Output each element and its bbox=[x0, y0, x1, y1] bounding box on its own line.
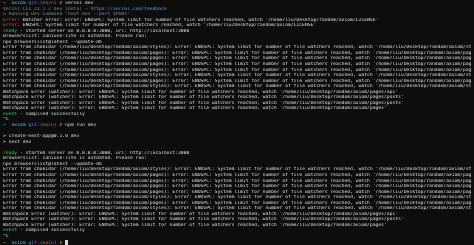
terminal-text-segment: - started server on 0.0.0.0:3000, url: h… bbox=[19, 150, 190, 156]
terminal-line: → axiom git:(main) ✗ bbox=[3, 239, 471, 245]
terminal-text-segment: Browserslist: caniuse-lite is outdated. … bbox=[3, 156, 147, 162]
terminal-text-segment: Error from chokidar (/home/liu/Desktop/r… bbox=[3, 206, 471, 212]
terminal-text-segment: axiom bbox=[11, 123, 29, 129]
terminal-text-segment: axiom bbox=[11, 240, 29, 245]
terminal-text-segment: > next dev bbox=[3, 139, 32, 145]
terminal-text-segment: ^C bbox=[3, 117, 9, 123]
terminal-text-segment: event bbox=[3, 228, 20, 234]
terminal-text-segment: Browserslist: caniuse-lite is outdated. … bbox=[3, 34, 147, 40]
terminal-text-segment: npx browserslist@latest --update-db bbox=[3, 39, 102, 45]
terminal-text-segment: main bbox=[42, 1, 54, 6]
terminal-text-segment: Error from chokidar (/home/liu/Desktop/r… bbox=[3, 45, 471, 51]
terminal-output: → axiom git:(main) ✗ vercel dev Vercel CL… bbox=[3, 1, 471, 245]
terminal-text-segment: Watchpack Error (watcher): Error: ENOSPC… bbox=[3, 95, 404, 101]
terminal-text-segment: npm run dev bbox=[65, 123, 97, 129]
terminal-text-segment: Error from chokidar (/home/liu/Desktop/r… bbox=[3, 78, 471, 84]
terminal-text-segment: Error from chokidar (/home/liu/Desktop/r… bbox=[3, 178, 471, 184]
terminal-text-segment: Error from chokidar (/home/liu/Desktop/r… bbox=[3, 50, 471, 56]
terminal-text-segment: Watchpack Error (watcher): Error: ENOSPC… bbox=[3, 89, 399, 95]
terminal-text-segment: - compiled successfully bbox=[19, 228, 85, 234]
terminal-text-segment: Error from chokidar (/home/liu/Desktop/r… bbox=[3, 172, 471, 178]
terminal-text-segment: Error from chokidar (/home/liu/Desktop/r… bbox=[3, 67, 471, 73]
terminal-text-segment: ready bbox=[3, 28, 20, 34]
terminal-text-segment: main bbox=[42, 240, 54, 245]
terminal-text-segment: Error from chokidar (/home/liu/Desktop/r… bbox=[3, 167, 471, 173]
terminal-text-segment: - compiled successfully bbox=[19, 111, 85, 117]
terminal-text-segment: Error from chokidar (/home/liu/Desktop/r… bbox=[3, 200, 471, 206]
terminal-text-segment: git:( bbox=[28, 240, 43, 245]
terminal-text-segment: Error from chokidar (/home/liu/Desktop/r… bbox=[3, 73, 471, 79]
terminal-text-segment: Watcher error: Error: ENOSPC: System lim… bbox=[22, 17, 379, 23]
terminal-text-segment: Watchpack Error (watcher): Error: ENOSPC… bbox=[3, 217, 404, 223]
terminal-window[interactable]: → axiom git:(main) ✗ vercel dev Vercel CL… bbox=[0, 0, 474, 245]
terminal-text-segment: git:( bbox=[28, 1, 43, 6]
terminal-text-segment: Error from chokidar (/home/liu/Desktop/r… bbox=[3, 189, 471, 195]
terminal-text-segment: Error: bbox=[3, 17, 23, 23]
terminal-text-segment: Watchpack Error (watcher): Error: ENOSPC… bbox=[3, 222, 387, 228]
terminal-text-segment: vercel dev bbox=[65, 1, 94, 6]
terminal-text-segment: Error: bbox=[3, 23, 23, 29]
terminal-text-segment: axiom bbox=[11, 1, 29, 6]
terminal-text-segment: Error from chokidar (/home/liu/Desktop/r… bbox=[3, 56, 471, 62]
terminal-text-segment: Watchpack Error (watcher): Error: ENOSPC… bbox=[3, 106, 387, 112]
terminal-text-segment: ready bbox=[3, 150, 20, 156]
terminal-text-segment: Watchpack Error (watcher): Error: ENOSPC… bbox=[3, 100, 404, 106]
terminal-text-segment: > Running Dev Command "next dev --port $… bbox=[3, 12, 130, 18]
terminal-cursor bbox=[65, 239, 69, 245]
terminal-text-segment: ENOSPC: System limit for number of file … bbox=[22, 23, 317, 29]
terminal-text-segment: Error from chokidar (/home/liu/Desktop/r… bbox=[3, 184, 471, 190]
terminal-text-segment: npx browserslist@latest --update-db bbox=[3, 161, 102, 167]
terminal-text-segment: > create-next-app@0.1.0 dev bbox=[3, 134, 80, 140]
terminal-text-segment: git:( bbox=[28, 123, 43, 129]
terminal-text-segment: Watchpack Error (watcher): Error: ENOSPC… bbox=[3, 211, 399, 217]
terminal-text-segment: event bbox=[3, 111, 20, 117]
terminal-text-segment: Error from chokidar (/home/liu/Desktop/r… bbox=[3, 84, 471, 90]
terminal-text-segment: - started server on 0.0.0.0:3000, url: h… bbox=[19, 28, 190, 34]
terminal-text-segment: https://vercel.com/feedback bbox=[90, 6, 167, 12]
terminal-text-segment: Error from chokidar (/home/liu/Desktop/r… bbox=[3, 62, 471, 68]
terminal-text-segment: main bbox=[42, 123, 54, 129]
terminal-text-segment: ^C bbox=[3, 233, 9, 239]
terminal-text-segment: Error from chokidar (/home/liu/Desktop/r… bbox=[3, 195, 471, 201]
terminal-text-segment: Vercel CLI 23.1.2 dev (beta) — bbox=[3, 6, 91, 12]
